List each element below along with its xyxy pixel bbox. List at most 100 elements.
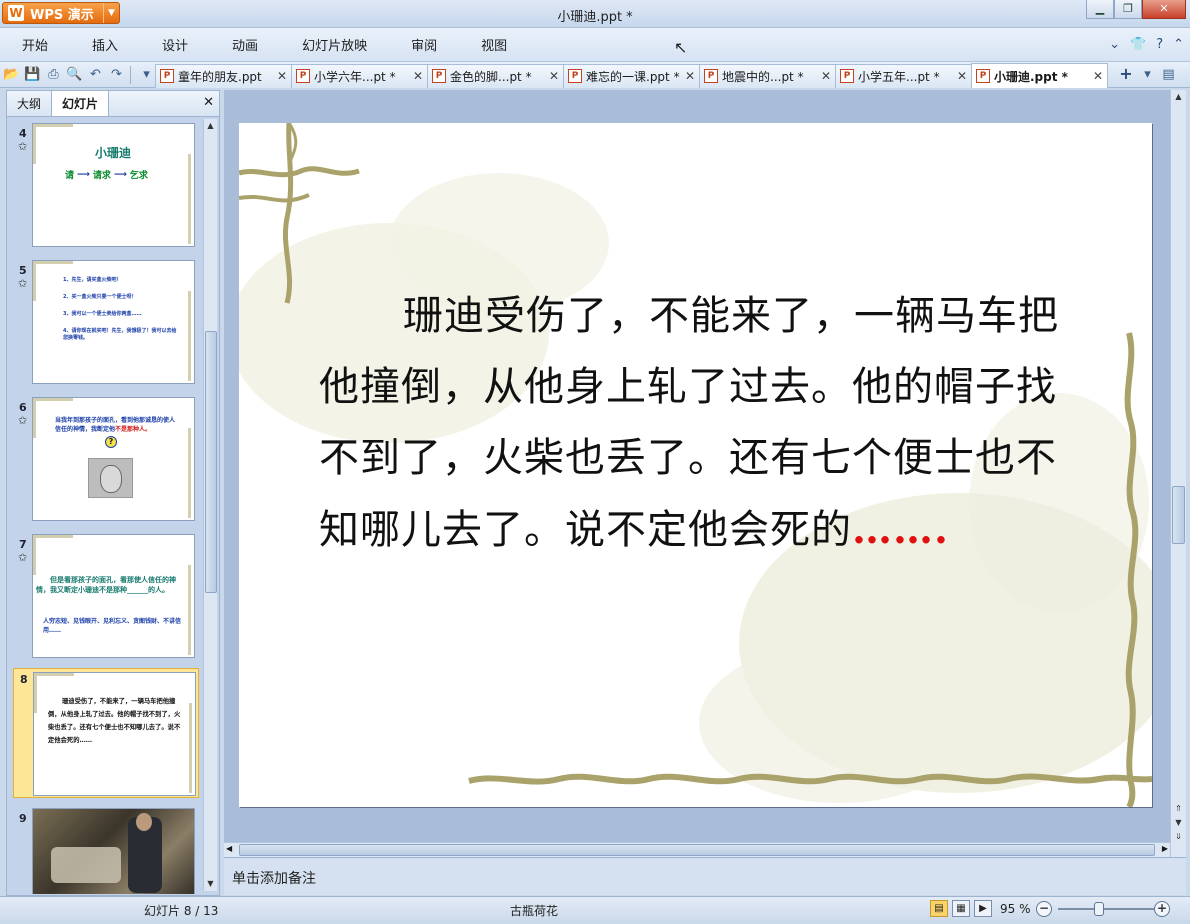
doc-tab[interactable]: P 小学六年...pt * ✕ [291, 63, 428, 88]
zoom-in-icon[interactable]: + [1154, 901, 1170, 917]
close-button[interactable]: ✕ [1142, 0, 1186, 19]
zoom-slider-handle[interactable] [1094, 902, 1104, 916]
zoom-out-icon[interactable]: − [1036, 901, 1052, 917]
doc-tab-active[interactable]: P 小珊迪.ppt * ✕ [971, 63, 1108, 88]
ribbon-collapse-icon[interactable]: ⌃ [1173, 37, 1184, 52]
slide-thumbnail-9[interactable]: 9 [7, 808, 203, 894]
doc-tab[interactable]: P 童年的朋友.ppt ✕ [155, 63, 292, 88]
editor-horizontal-scrollbar[interactable]: ◀ ▶ [224, 842, 1170, 857]
thumbnail-line: 1、先生，请买盒火柴吧！ [63, 277, 122, 283]
thumbnail-canvas: 1、先生，请买盒火柴吧！ 2、买一盒火柴只要一个便士呀！ 3、我可以一个便士卖给… [32, 260, 195, 384]
scrollbar-thumb[interactable] [239, 844, 1155, 856]
slide-thumbnail-8-selected[interactable]: 8 珊迪受伤了，不能来了，一辆马车把他撞倒，从他身上轧了过去。他的帽子找不到了，… [13, 668, 199, 798]
close-icon[interactable]: ✕ [1091, 69, 1105, 83]
print-icon[interactable]: ⎙ [44, 65, 63, 84]
menu-review[interactable]: 审阅 [389, 35, 459, 54]
menu-slideshow[interactable]: 幻灯片放映 [280, 35, 389, 54]
scrollbar-thumb[interactable] [1172, 486, 1185, 544]
scrollbar-thumb[interactable] [205, 331, 217, 593]
undo-icon[interactable]: ↶ [86, 65, 105, 84]
tab-label: 金色的脚...pt * [450, 69, 532, 84]
scroll-down-icon[interactable]: ▼ [204, 877, 217, 891]
tab-slides[interactable]: 幻灯片 [51, 90, 110, 116]
tab-label: 童年的朋友.ppt [178, 69, 262, 84]
animation-star-icon: ✩ [18, 551, 28, 564]
scroll-up-icon[interactable]: ▲ [204, 119, 217, 133]
next-slide-icon[interactable]: ⇓ [1171, 830, 1186, 843]
menu-animation[interactable]: 动画 [210, 35, 280, 54]
menu-insert[interactable]: 插入 [70, 35, 140, 54]
open-folder-icon[interactable]: 📂 [2, 65, 21, 84]
animation-star-icon: ✩ [18, 140, 28, 153]
ppt-file-icon: P [976, 69, 990, 83]
scroll-down-icon[interactable]: ▼ [1171, 816, 1186, 829]
tab-outline[interactable]: 大纲 [7, 91, 51, 116]
scroll-right-icon[interactable]: ▶ [1162, 844, 1168, 853]
doc-tab[interactable]: P 难忘的一课.ppt * ✕ [563, 63, 700, 88]
doc-tab[interactable]: P 金色的脚...pt * ✕ [427, 63, 564, 88]
vine-decoration [188, 291, 191, 381]
customize-dropdown-icon[interactable]: ▾ [137, 65, 156, 84]
chevron-down-icon[interactable]: ⌄ [1109, 37, 1120, 52]
slideshow-icon[interactable]: ▶ [974, 900, 992, 917]
slide-body-text[interactable]: 珊迪受伤了，不能来了，一辆马车把他撞倒，从他身上轧了过去。他的帽子找不到了，火柴… [319, 281, 1079, 566]
menu-design[interactable]: 设计 [140, 35, 210, 54]
close-icon[interactable]: ✕ [683, 69, 697, 83]
close-icon[interactable]: ✕ [955, 69, 969, 83]
doc-tab[interactable]: P 小学五年...pt * ✕ [835, 63, 972, 88]
save-icon[interactable]: 💾 [23, 65, 42, 84]
menu-home[interactable]: 开始 [0, 35, 70, 54]
slide-sorter-icon[interactable]: ▦ [952, 900, 970, 917]
doc-tab[interactable]: P 地震中的...pt * ✕ [699, 63, 836, 88]
editor-vertical-scrollbar[interactable]: ▲ ⇑ ▼ ⇓ [1170, 90, 1186, 857]
slides-scrollbar[interactable]: ▲ ▼ [203, 119, 217, 891]
thumbnail-text: 人穷志短、见钱眼开、见利忘义、贪图钱财、不讲信用…… [43, 618, 182, 634]
minimize-button[interactable]: ▁ [1086, 0, 1114, 19]
tab-list-dropdown-icon[interactable]: ▾ [1138, 65, 1157, 84]
question-icon: ? [105, 436, 117, 448]
menu-view[interactable]: 视图 [459, 35, 529, 54]
thumbnail-text-red: 不是那种人。 [115, 426, 152, 433]
slide-thumbnail-7[interactable]: 7 ✩ 但是看那孩子的面孔，看那使人信任的神情，我又断定小珊迪不是那种_____… [7, 534, 203, 664]
quick-toolbar: 📂 💾 ⎙ 🔍 ↶ ↷ ▾ P 童年的朋友.ppt ✕ P 小学六年...pt … [0, 62, 1190, 88]
tab-label: 小珊迪.ppt * [994, 69, 1068, 84]
close-icon[interactable]: ✕ [411, 69, 425, 83]
arrow-right-icon: ⟶ [113, 169, 127, 180]
skin-icon[interactable]: 👕 [1130, 37, 1146, 52]
vine-decoration [189, 703, 192, 793]
slide-number: 8 [20, 673, 28, 686]
notes-pane[interactable]: 单击添加备注 [224, 857, 1186, 895]
vine-decoration [188, 154, 191, 244]
close-icon[interactable]: ✕ [547, 69, 561, 83]
new-tab-plus-icon[interactable]: + [1116, 64, 1136, 85]
toolbar-divider [130, 65, 131, 84]
scroll-up-icon[interactable]: ▲ [1171, 90, 1186, 103]
help-icon[interactable]: ? [1156, 37, 1163, 52]
print-preview-icon[interactable]: 🔍 [65, 65, 84, 84]
close-icon[interactable]: ✕ [275, 69, 289, 83]
mouse-cursor-icon: ↖ [674, 38, 688, 57]
title-bar: W WPS 演示 ▼ 小珊迪.ppt * ▁ ❐ ✕ [0, 0, 1190, 28]
previous-slide-icon[interactable]: ⇑ [1171, 802, 1186, 815]
scroll-left-icon[interactable]: ◀ [226, 844, 232, 853]
slide-ellipsis: ……. [852, 506, 949, 553]
slide-thumbnail-6[interactable]: 6 ✩ 当我年到那孩子的面孔，看到他那诚恳的使人信任的神情，我断定他不是那种人。… [7, 397, 203, 527]
ppt-file-icon: P [432, 69, 446, 83]
maximize-button[interactable]: ❐ [1114, 0, 1142, 19]
current-slide[interactable]: 珊迪受伤了，不能来了，一辆马车把他撞倒，从他身上轧了过去。他的帽子找不到了，火柴… [239, 123, 1152, 807]
window-title: 小珊迪.ppt * [557, 10, 633, 25]
animation-star-icon: ✩ [18, 414, 28, 427]
ppt-file-icon: P [568, 69, 582, 83]
close-icon[interactable]: ✕ [819, 69, 833, 83]
slide-thumbnail-4[interactable]: 4 ✩ 小珊迪 请 ⟶ 请求 ⟶ 乞求 [7, 123, 203, 253]
close-icon[interactable]: ✕ [203, 95, 214, 110]
redo-icon[interactable]: ↷ [107, 65, 126, 84]
slide-thumbnail-5[interactable]: 5 ✩ 1、先生，请买盒火柴吧！ 2、买一盒火柴只要一个便士呀！ 3、我可以一个… [7, 260, 203, 390]
ppt-file-icon: P [160, 69, 174, 83]
window-list-icon[interactable]: ▤ [1159, 65, 1178, 84]
zoom-slider[interactable] [1058, 908, 1154, 910]
normal-view-icon[interactable]: ▤ [930, 900, 948, 917]
flow-word: 请求 [92, 171, 111, 181]
thumbnail-line: 3、我可以一个便士卖给你两盒…… [63, 311, 142, 317]
painting-image [32, 808, 195, 894]
